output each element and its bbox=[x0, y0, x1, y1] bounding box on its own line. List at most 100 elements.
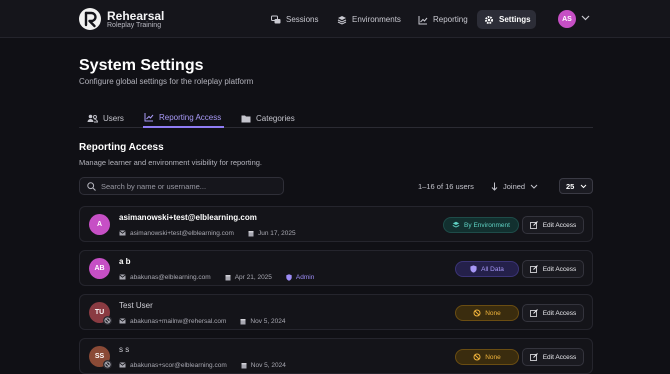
chart-icon bbox=[144, 113, 154, 122]
user-joined-date: Jun 17, 2025 bbox=[257, 229, 296, 237]
user-joined-date: Nov 5, 2024 bbox=[250, 361, 286, 369]
edit-icon bbox=[529, 309, 538, 317]
edit-access-label: Edit Access bbox=[542, 353, 577, 361]
sort-label: Joined bbox=[503, 182, 526, 191]
nav-environments[interactable]: Environments bbox=[330, 10, 408, 29]
user-meta: asimanowski+test@elblearning.com Jun 17,… bbox=[119, 228, 296, 238]
user-meta: abakunas+mailnw@rehersal.com Nov 5, 2024 bbox=[119, 316, 285, 326]
avatar-initials: TU bbox=[94, 309, 105, 316]
section-title: Reporting Access bbox=[79, 142, 164, 153]
edit-access-label: Edit Access bbox=[542, 309, 577, 317]
nav-environments-label: Environments bbox=[352, 15, 401, 24]
user-name: a b bbox=[119, 257, 131, 266]
layers-icon bbox=[452, 221, 460, 228]
ban-icon bbox=[473, 353, 481, 361]
shield-icon bbox=[470, 265, 477, 273]
calendar-icon bbox=[241, 362, 247, 368]
user-avatar[interactable]: AS bbox=[558, 10, 576, 28]
nav-reporting[interactable]: Reporting bbox=[411, 10, 475, 29]
sort-dropdown[interactable]: Joined bbox=[491, 180, 538, 193]
page-subtitle: Configure global settings for the rolepl… bbox=[79, 77, 254, 86]
access-badge: All Data bbox=[455, 261, 519, 277]
user-row: AB a b abakunas@elblearning.com Apr 21, … bbox=[79, 250, 593, 286]
user-name: s s bbox=[119, 345, 130, 354]
edit-icon bbox=[529, 353, 538, 361]
page-size-select[interactable]: 25 bbox=[559, 178, 593, 194]
nav-reporting-label: Reporting bbox=[433, 15, 468, 24]
nav-settings[interactable]: Settings bbox=[477, 10, 536, 29]
edit-access-label: Edit Access bbox=[542, 221, 577, 229]
user-name: asimanowski+test@elblearning.com bbox=[119, 213, 257, 222]
user-name: Test User bbox=[119, 301, 153, 310]
calendar-icon bbox=[225, 274, 231, 280]
edit-access-button[interactable]: Edit Access bbox=[522, 348, 584, 366]
edit-access-label: Edit Access bbox=[542, 265, 577, 273]
user-joined-date: Nov 5, 2024 bbox=[250, 317, 286, 325]
avatar-initials: SS bbox=[94, 353, 105, 360]
arrow-down-icon bbox=[491, 182, 498, 191]
gear-icon bbox=[485, 15, 493, 24]
pagination-summary: 1–16 of 16 users bbox=[418, 182, 474, 191]
user-row: SS s s abakunas+scor@elblearning.com Nov… bbox=[79, 338, 593, 374]
avatar: SS bbox=[89, 346, 112, 369]
tab-reporting-access[interactable]: Reporting Access bbox=[143, 108, 224, 128]
top-navigation-bar: Rehearsal Roleplay Training Sessions Env… bbox=[0, 0, 670, 38]
tab-reporting-access-label: Reporting Access bbox=[159, 112, 222, 122]
chevron-down-icon bbox=[530, 184, 538, 189]
chevron-down-icon bbox=[580, 184, 587, 189]
tab-users[interactable]: Users bbox=[87, 108, 124, 128]
edit-access-button[interactable]: Edit Access bbox=[522, 260, 584, 278]
access-badge-label: None bbox=[485, 309, 501, 317]
access-badge: By Environment bbox=[443, 217, 519, 233]
nav-sessions[interactable]: Sessions bbox=[264, 10, 325, 29]
mail-icon bbox=[119, 230, 126, 236]
chat-bubbles-icon bbox=[271, 15, 281, 23]
edit-icon bbox=[529, 221, 538, 229]
edit-access-button[interactable]: Edit Access bbox=[522, 216, 584, 234]
disabled-icon bbox=[103, 360, 112, 369]
user-joined-date: Apr 21, 2025 bbox=[234, 273, 272, 281]
ban-icon bbox=[473, 309, 481, 317]
user-email: abakunas@elblearning.com bbox=[130, 273, 211, 281]
user-email: asimanowski+test@elblearning.com bbox=[130, 229, 234, 237]
line-chart-icon bbox=[418, 15, 428, 24]
user-email: abakunas+mailnw@rehersal.com bbox=[130, 317, 227, 325]
page-title: System Settings bbox=[79, 57, 204, 74]
brand-subtitle: Roleplay Training bbox=[107, 22, 162, 29]
search-box[interactable] bbox=[79, 177, 284, 195]
user-role: Admin bbox=[295, 273, 315, 281]
calendar-icon bbox=[240, 318, 246, 324]
user-email: abakunas+scor@elblearning.com bbox=[130, 361, 227, 369]
user-meta: abakunas@elblearning.com Apr 21, 2025 Ad… bbox=[119, 272, 314, 282]
layers-icon bbox=[337, 15, 347, 25]
mail-icon bbox=[119, 318, 126, 324]
user-row: A asimanowski+test@elblearning.com asima… bbox=[79, 206, 593, 242]
section-subtitle: Manage learner and environment visibilit… bbox=[79, 158, 263, 167]
tab-users-label: Users bbox=[103, 113, 124, 123]
edit-icon bbox=[529, 265, 538, 273]
access-badge-label: All Data bbox=[481, 265, 504, 273]
tab-categories[interactable]: Categories bbox=[241, 108, 295, 128]
mail-icon bbox=[119, 362, 126, 368]
user-row: TU Test User abakunas+mailnw@rehersal.co… bbox=[79, 294, 593, 330]
page-size-value: 25 bbox=[566, 181, 575, 191]
rehearsal-logo-icon[interactable] bbox=[79, 8, 101, 30]
mail-icon bbox=[119, 274, 126, 280]
users-icon bbox=[87, 114, 98, 122]
chevron-down-icon[interactable] bbox=[581, 15, 590, 21]
nav-sessions-label: Sessions bbox=[286, 15, 319, 24]
access-badge-label: None bbox=[485, 353, 501, 361]
access-badge-label: By Environment bbox=[464, 221, 510, 229]
avatar: AB bbox=[89, 258, 110, 279]
access-badge: None bbox=[455, 305, 519, 321]
avatar: A bbox=[89, 214, 110, 235]
search-icon bbox=[87, 181, 96, 191]
access-badge: None bbox=[455, 349, 519, 365]
shield-icon bbox=[286, 273, 292, 281]
nav-settings-label: Settings bbox=[499, 15, 531, 24]
tab-categories-label: Categories bbox=[256, 113, 295, 123]
calendar-icon bbox=[248, 230, 254, 236]
edit-access-button[interactable]: Edit Access bbox=[522, 304, 584, 322]
disabled-icon bbox=[103, 316, 112, 325]
search-input[interactable] bbox=[101, 181, 276, 191]
